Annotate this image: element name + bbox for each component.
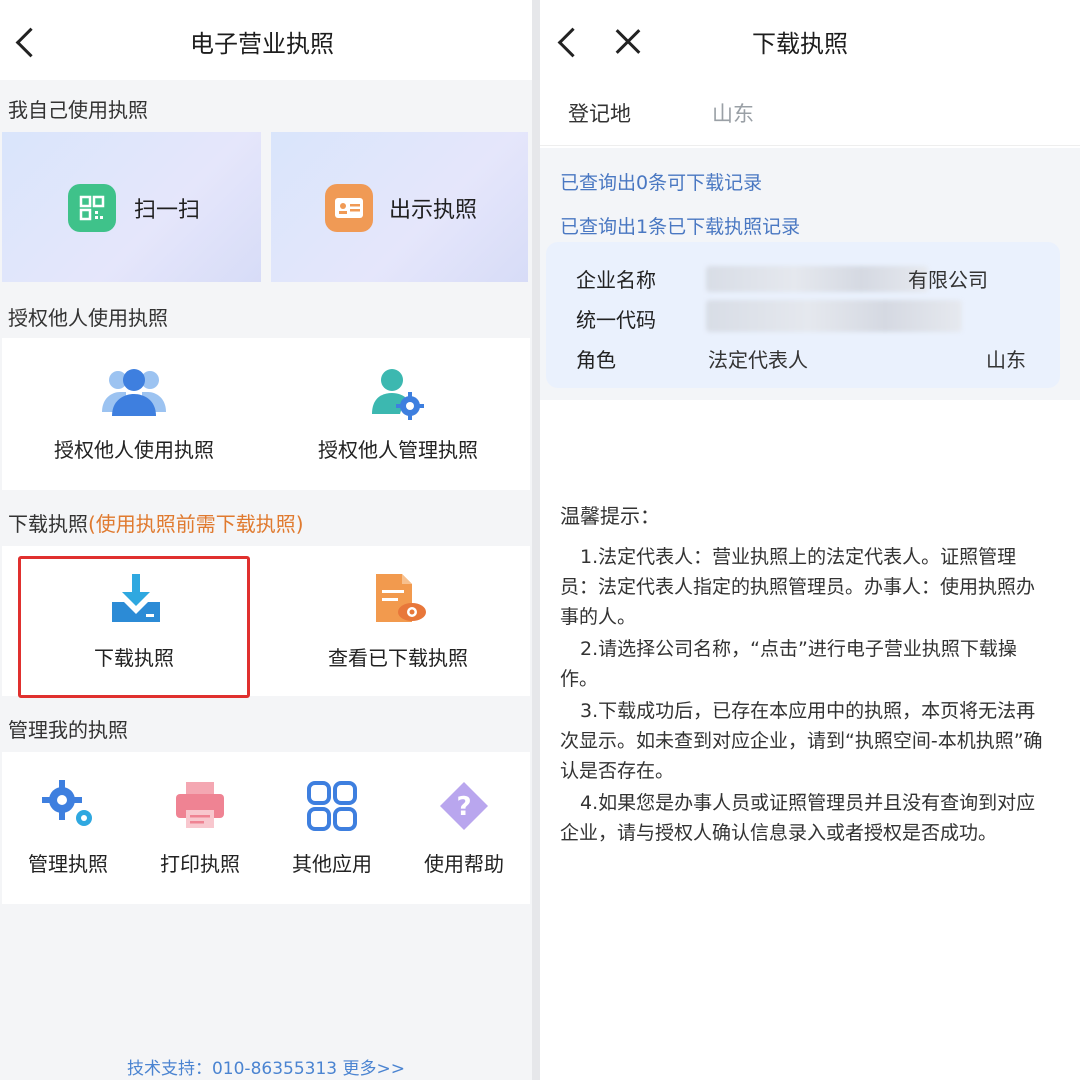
registration-value: 山东 [712,102,754,126]
registration-label: 登记地 [568,102,631,126]
tip-item: 2.请选择公司名称，“点击”进行电子营业执照下载操作。 [560,638,1017,690]
user-settings-icon [372,366,424,424]
show-license-tile[interactable]: 出示执照 [271,132,528,282]
unified-code-label: 统一代码 [576,308,656,332]
tips-title: 温馨提示： [560,504,660,528]
downloaded-count: 已查询出1条已下载执照记录 [560,216,801,238]
registration-row[interactable]: 登记地 山东 [540,80,1080,146]
auth-use-button[interactable]: 授权他人使用执照 [2,338,266,490]
section-self-title: 我自己使用执照 [8,98,148,122]
manage-license-label: 管理执照 [28,852,108,876]
back-icon[interactable] [10,22,46,62]
role-label: 角色 [576,348,616,372]
unified-code-redacted [706,300,962,332]
view-downloaded-label: 查看已下载执照 [328,646,468,670]
tip-item: 3.下载成功后，已存在本应用中的执照，本页将无法再次显示。如未查到对应企业，请到… [560,700,1043,782]
company-name-label: 企业名称 [576,268,656,292]
role-value: 法定代表人 [708,348,808,372]
other-apps-label: 其他应用 [292,852,372,876]
page-title: 下载执照 [752,30,848,58]
header: 下载执照 [540,0,1080,80]
print-license-label: 打印执照 [160,852,240,876]
qr-code-icon [68,184,116,232]
region-value: 山东 [986,348,1026,372]
manage-license-button[interactable]: 管理执照 [2,752,134,904]
other-apps-button[interactable]: 其他应用 [266,752,398,904]
tech-support-footer[interactable]: 技术支持：010-86355313 更多>> [0,1054,532,1079]
back-icon[interactable] [552,22,588,62]
header: 电子营业执照 [0,0,532,80]
company-name-value: 有限公司 [908,268,988,292]
manage-card: 管理执照 打印执照 其他应用 ? 使用帮助 [2,752,530,904]
users-icon [102,366,166,424]
help-button[interactable]: ? 使用帮助 [398,752,530,904]
scan-label: 扫一扫 [134,198,201,223]
auth-manage-label: 授权他人管理执照 [318,438,478,462]
scan-tile[interactable]: 扫一扫 [2,132,261,282]
show-license-label: 出示执照 [389,198,478,223]
auth-use-label: 授权他人使用执照 [54,438,214,462]
section-download-note: (使用执照前需下载执照) [88,512,304,536]
page-title: 电子营业执照 [190,30,334,58]
help-icon: ? [438,780,490,836]
auth-manage-button[interactable]: 授权他人管理执照 [266,338,530,490]
id-card-icon [325,184,373,232]
section-manage-title: 管理我的执照 [8,718,128,742]
right-screen: 下载执照 登记地 山东 已查询出0条可下载记录 已查询出1条已下载执照记录 企业… [540,0,1080,1080]
license-record-card[interactable]: 企业名称 有限公司 统一代码 角色 法定代表人 山东 [546,242,1060,388]
section-download-label: 下载执照 [8,512,88,536]
printer-icon [174,780,226,834]
highlight-box [18,556,250,698]
left-screen: 电子营业执照 我自己使用执照 扫一扫 出示执照 授权他人使用执照 授权他人使用执… [0,0,532,1080]
section-download-title: 下载执照(使用执照前需下载执照) [8,508,304,537]
apps-grid-icon [306,780,358,836]
downloadable-count: 已查询出0条可下载记录 [560,172,763,194]
print-license-button[interactable]: 打印执照 [134,752,266,904]
help-label: 使用帮助 [424,852,504,876]
auth-card: 授权他人使用执照 授权他人管理执照 [2,338,530,490]
document-view-icon [372,572,428,628]
tip-item: 4.如果您是办事人员或证照管理员并且没有查询到对应企业，请与授权人确认信息录入或… [560,792,1036,844]
tips-area: 温馨提示： 1.法定代表人：营业执照上的法定代表人。证照管理员：法定代表人指定的… [540,400,1080,1080]
close-icon[interactable] [608,22,648,62]
svg-text:?: ? [456,792,471,822]
section-auth-title: 授权他人使用执照 [8,306,168,330]
view-downloaded-button[interactable]: 查看已下载执照 [266,546,530,696]
screen-divider [532,0,540,1080]
company-name-redacted [706,266,928,292]
gear-icon [42,780,96,834]
tip-item: 1.法定代表人：营业执照上的法定代表人。证照管理员：法定代表人指定的执照管理员。… [560,546,1036,628]
